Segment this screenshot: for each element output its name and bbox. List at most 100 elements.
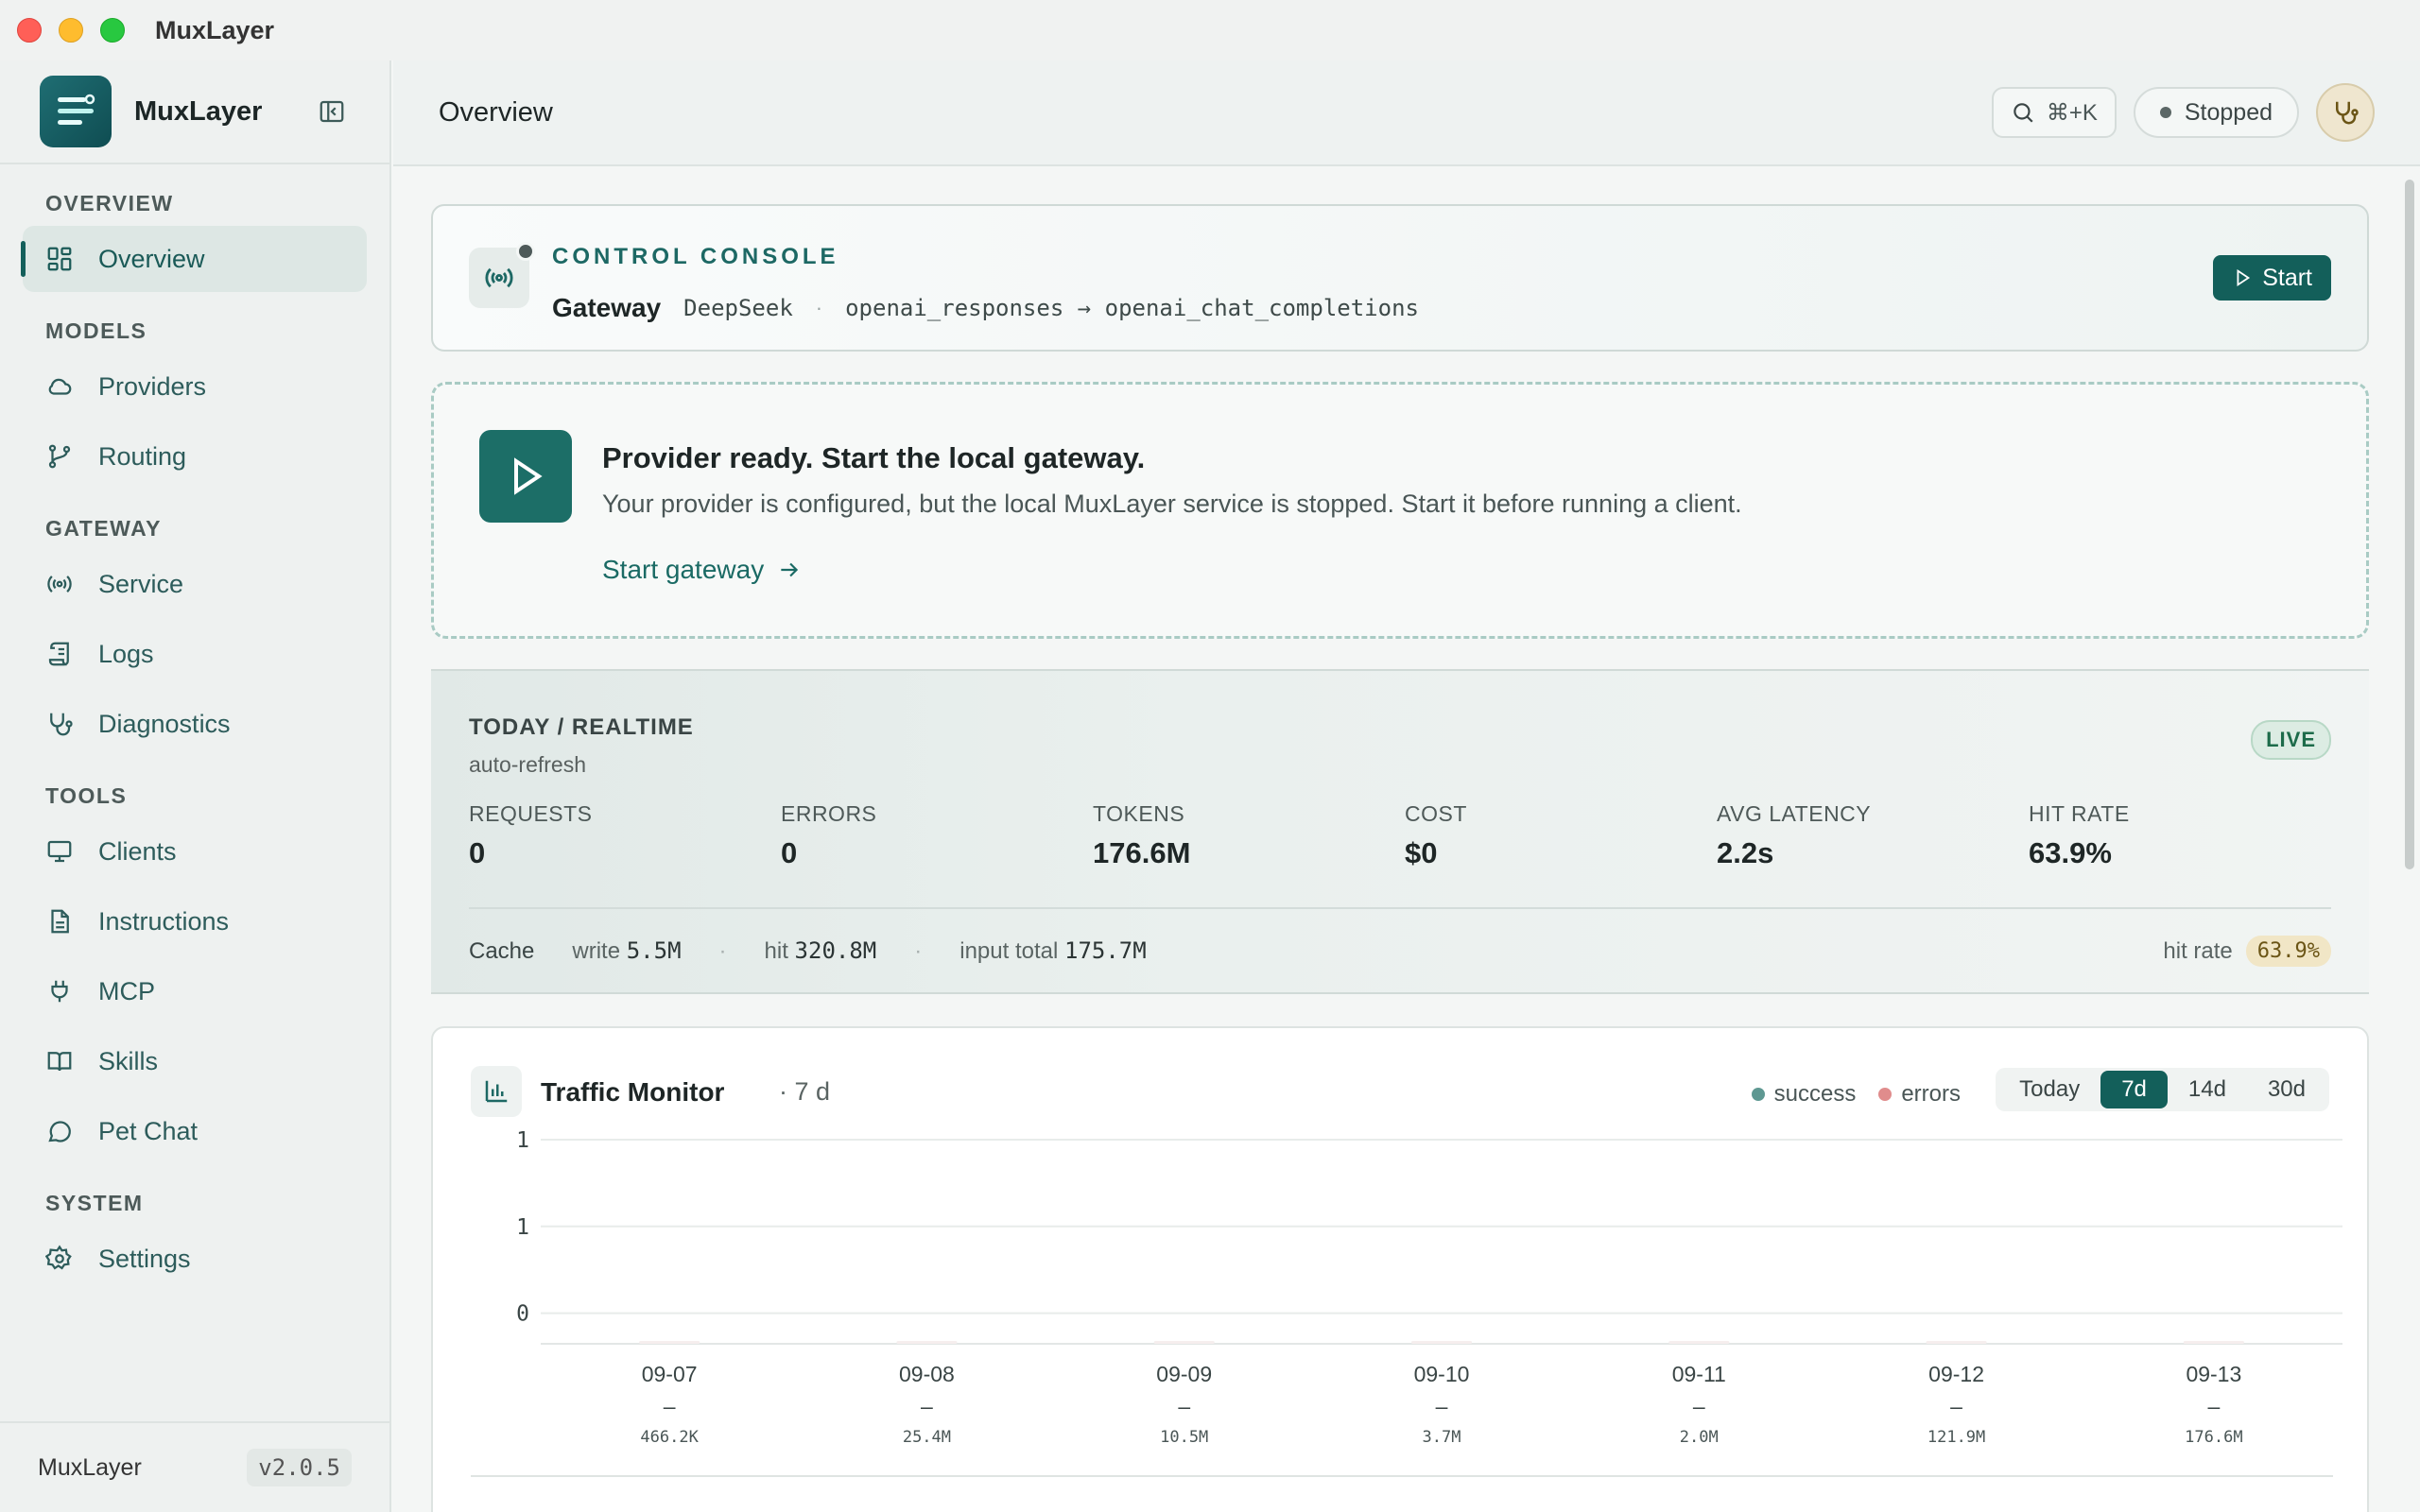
book-icon (47, 1052, 72, 1072)
start-button[interactable]: Start (2213, 255, 2331, 301)
sidebar-item-diagnostics[interactable]: Diagnostics (23, 691, 367, 757)
footer-app-name: MuxLayer (38, 1453, 142, 1481)
sidebar-item-instructions[interactable]: Instructions (23, 888, 367, 954)
bar-value-label: – (1950, 1394, 1962, 1418)
sidebar-collapse-button[interactable] (316, 95, 348, 128)
metric-avg-latency: AVG LATENCY 2.2s (1717, 801, 2029, 870)
sidebar-item-skills[interactable]: Skills (23, 1028, 367, 1094)
x-tick-label: 09-11 (1672, 1362, 1726, 1386)
brand-name: MuxLayer (134, 95, 263, 127)
sidebar-nav: OVERVIEW Overview MODELS Providers Routi… (0, 191, 389, 1292)
diagnostics-avatar-button[interactable] (2316, 83, 2375, 142)
start-button-label: Start (2262, 264, 2312, 291)
sidebar-item-label: MCP (98, 976, 155, 1005)
metric-errors: ERRORS 0 (781, 801, 1093, 870)
cloud-icon (48, 378, 72, 395)
close-window-button[interactable] (17, 18, 42, 43)
sidebar-item-label: Service (98, 569, 184, 598)
sidebar-item-service[interactable]: Service (23, 551, 367, 617)
sidebar-item-logs[interactable]: Logs (23, 621, 367, 687)
document-icon (51, 909, 69, 934)
console-label: CONTROL CONSOLE (552, 244, 839, 269)
sidebar-item-settings[interactable]: Settings (23, 1226, 367, 1292)
cache-hit: hit 320.8M (764, 937, 877, 964)
sidebar-item-routing[interactable]: Routing (23, 423, 367, 490)
bar-value-label: – (1693, 1394, 1705, 1418)
metric-value: 63.9% (2029, 836, 2112, 869)
chart-legend: success errors (1751, 1081, 1961, 1108)
metric-label: TOKENS (1093, 801, 1185, 826)
content-scrollbar[interactable] (2405, 180, 2414, 869)
sidebar-item-label: Routing (98, 441, 187, 471)
window-title: MuxLayer (155, 15, 275, 44)
legend-errors: errors (1878, 1081, 1961, 1108)
zoom-window-button[interactable] (100, 18, 125, 43)
range-today[interactable]: Today (1998, 1071, 2100, 1108)
arrow-right-icon (781, 562, 799, 577)
plug-icon (51, 980, 68, 1003)
sidebar-item-providers[interactable]: Providers (23, 353, 367, 420)
token-label: 25.4M (903, 1428, 951, 1447)
stats-heading: TODAY / REALTIME (469, 714, 694, 740)
bar-errors (1926, 1341, 1987, 1344)
console-gateway-line: Gateway DeepSeek · openai_responses → op… (552, 293, 1419, 323)
x-tick-label: 09-12 (1928, 1362, 1984, 1386)
metric-label: HIT RATE (2029, 801, 2130, 826)
sidebar-item-label: Skills (98, 1046, 159, 1075)
bar-value-label: – (921, 1394, 933, 1418)
search-button[interactable]: ⌘+K (1991, 87, 2117, 138)
status-dot-icon (2159, 107, 2171, 118)
provider-ready-card: Provider ready. Start the local gateway.… (431, 382, 2369, 639)
ready-title: Provider ready. Start the local gateway. (602, 441, 1146, 474)
search-shortcut: ⌘+K (2046, 99, 2098, 126)
gear-icon (45, 1245, 72, 1270)
sidebar-item-pet-chat[interactable]: Pet Chat (23, 1098, 367, 1164)
sidebar-item-overview[interactable]: Overview (21, 226, 367, 292)
range-selector: Today 7d 14d 30d (1996, 1068, 2329, 1111)
nav-section-system: SYSTEM (45, 1191, 144, 1215)
monitor-icon (47, 840, 72, 863)
range-30d[interactable]: 30d (2247, 1071, 2326, 1108)
token-label: 121.9M (1927, 1428, 1985, 1447)
metric-value: 0 (469, 836, 486, 869)
console-status-dot (516, 242, 535, 261)
sidebar-item-label: Pet Chat (98, 1116, 199, 1145)
main-content: CONTROL CONSOLE Gateway DeepSeek · opena… (393, 168, 2405, 1512)
success-dot-icon (1751, 1088, 1765, 1101)
sidebar-footer: MuxLayer v2.0.5 (0, 1421, 389, 1512)
cache-separator: · (718, 937, 727, 964)
play-icon (514, 457, 543, 495)
console-icon-box (469, 242, 535, 308)
range-14d[interactable]: 14d (2168, 1071, 2247, 1108)
sidebar-item-label: Settings (98, 1244, 191, 1273)
gateway-route: openai_responses → openai_chat_completio… (845, 295, 1419, 321)
metric-cost: COST $0 (1405, 801, 1717, 870)
brand: MuxLayer (0, 60, 389, 164)
live-badge: LIVE (2251, 720, 2331, 760)
error-dot-icon (1878, 1088, 1893, 1101)
bar-value-label: – (1178, 1394, 1190, 1418)
bar-value-label: – (1436, 1394, 1448, 1418)
minimize-window-button[interactable] (59, 18, 83, 43)
nav-section-models: MODELS (45, 318, 147, 343)
realtime-stats-panel: TODAY / REALTIME auto-refresh LIVE REQUE… (431, 669, 2369, 994)
sidebar-item-label: Providers (98, 371, 207, 401)
start-gateway-link[interactable]: Start gateway (602, 555, 802, 585)
y-tick-label: 1 (516, 1128, 529, 1153)
bar-errors (1668, 1341, 1730, 1344)
metric-label: AVG LATENCY (1717, 801, 1872, 826)
traffic-monitor-title: Traffic Monitor (541, 1077, 725, 1107)
token-label: 2.0M (1680, 1428, 1719, 1447)
gateway-status-pill[interactable]: Stopped (2133, 87, 2299, 138)
range-7d[interactable]: 7d (2100, 1071, 2168, 1108)
cache-write: write 5.5M (572, 937, 682, 964)
ready-description: Your provider is configured, but the loc… (602, 490, 1742, 518)
gateway-separator: · (815, 296, 823, 319)
start-gateway-link-label: Start gateway (602, 555, 765, 584)
metric-value: 0 (781, 836, 798, 869)
bar-value-label: – (2207, 1394, 2220, 1418)
sidebar-item-mcp[interactable]: MCP (23, 958, 367, 1024)
bar-errors (896, 1341, 958, 1344)
sidebar-item-clients[interactable]: Clients (23, 818, 367, 885)
gateway-status-text: Stopped (2184, 98, 2273, 126)
